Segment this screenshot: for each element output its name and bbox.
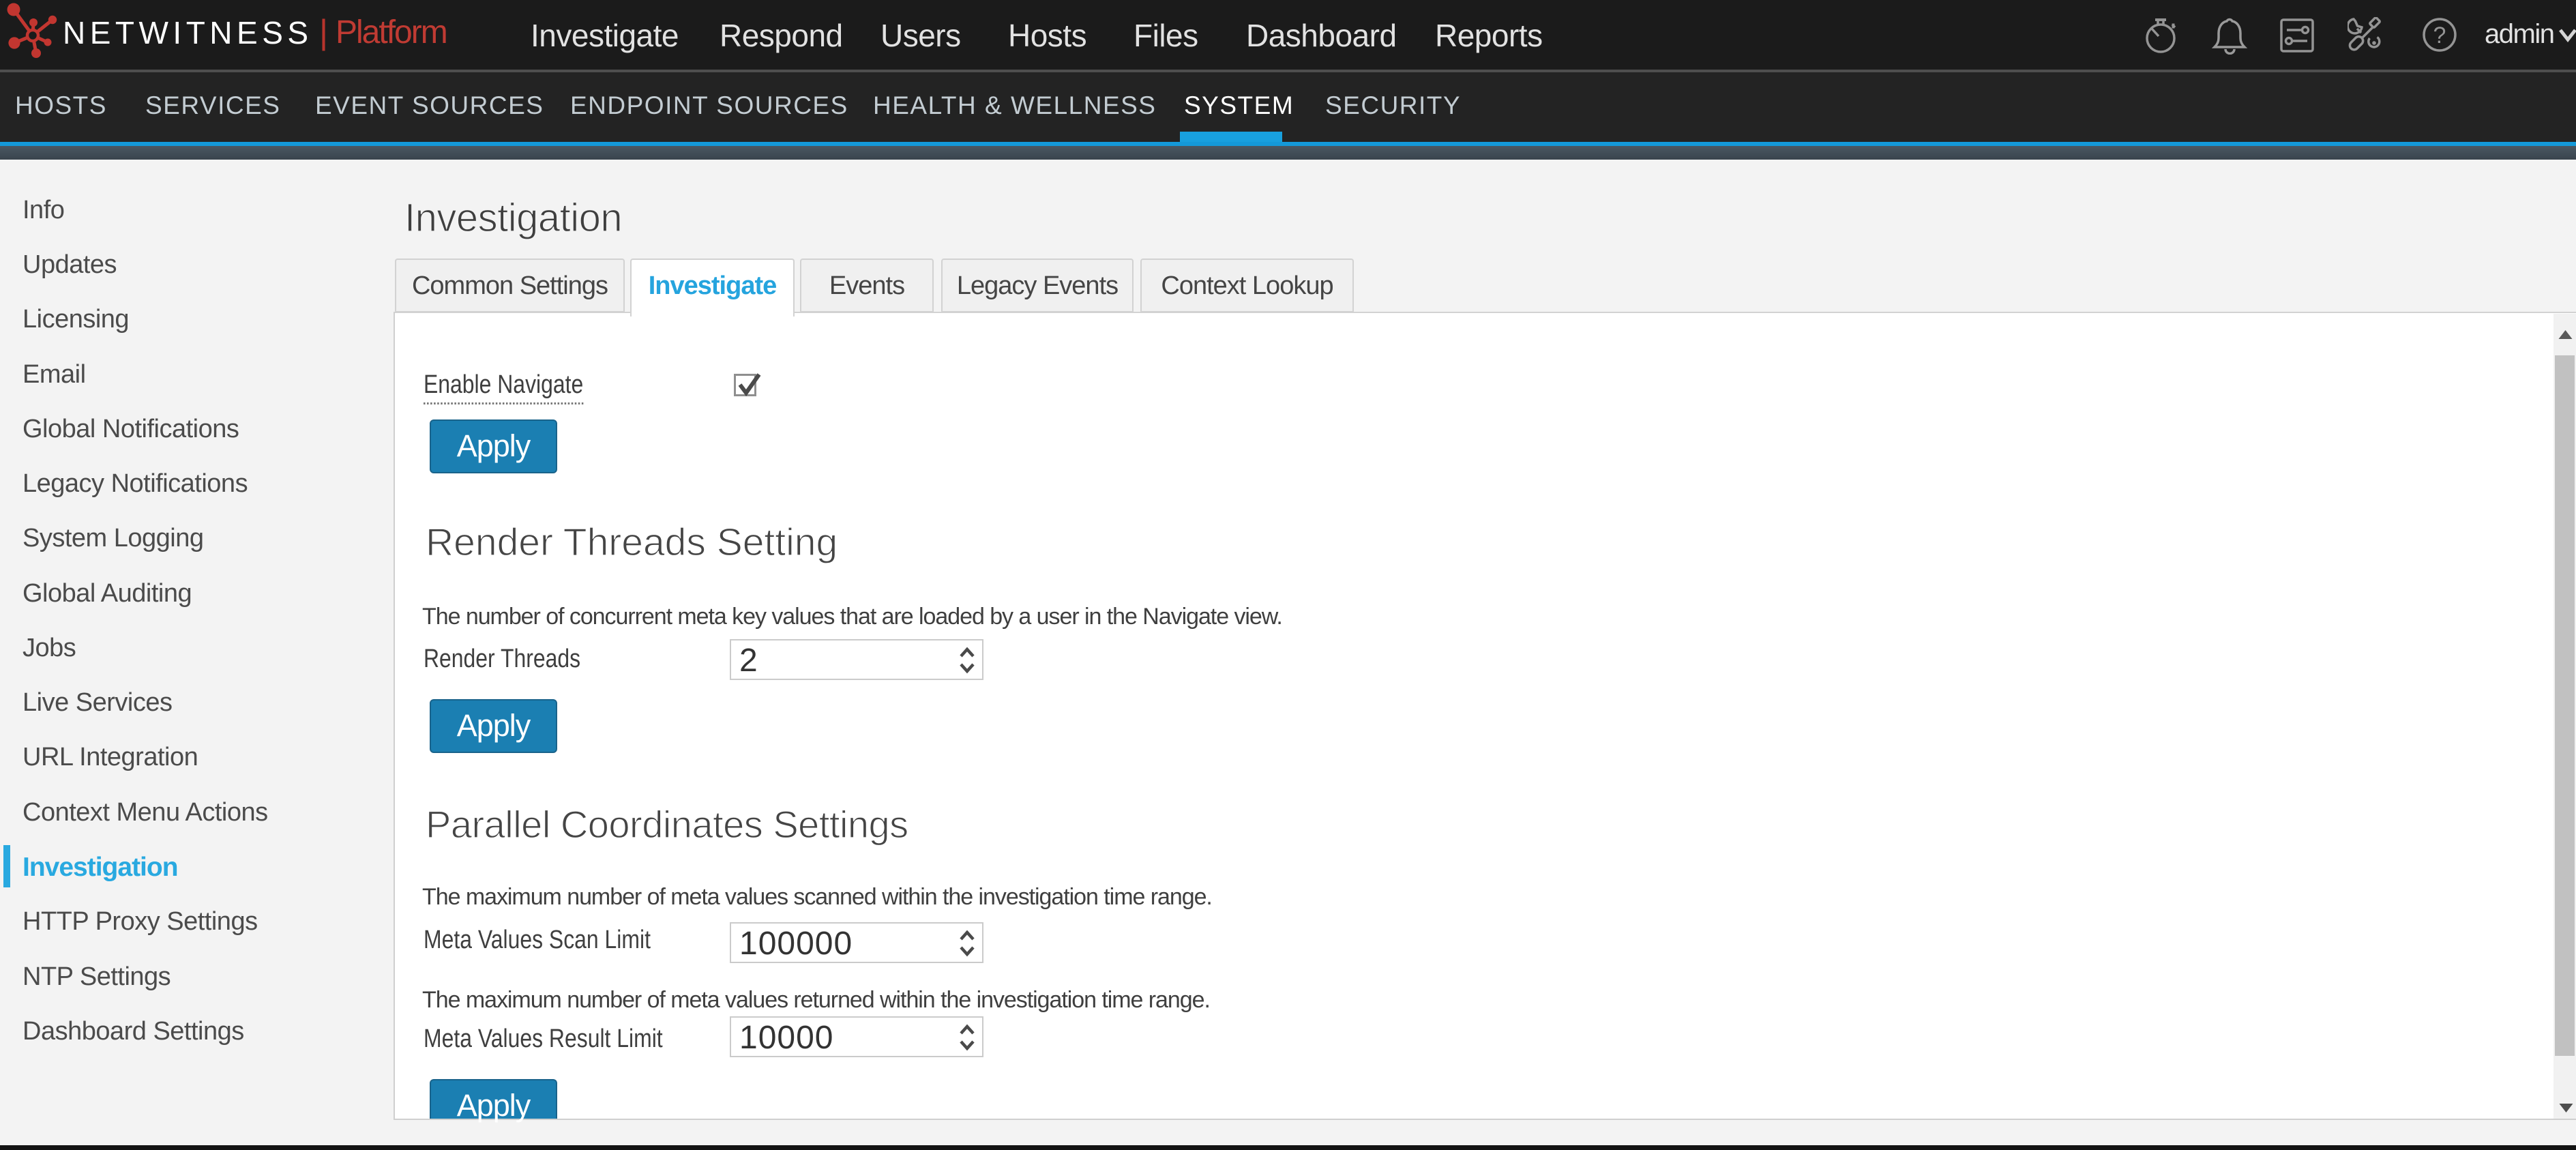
svg-text:?: ? — [2433, 23, 2446, 48]
